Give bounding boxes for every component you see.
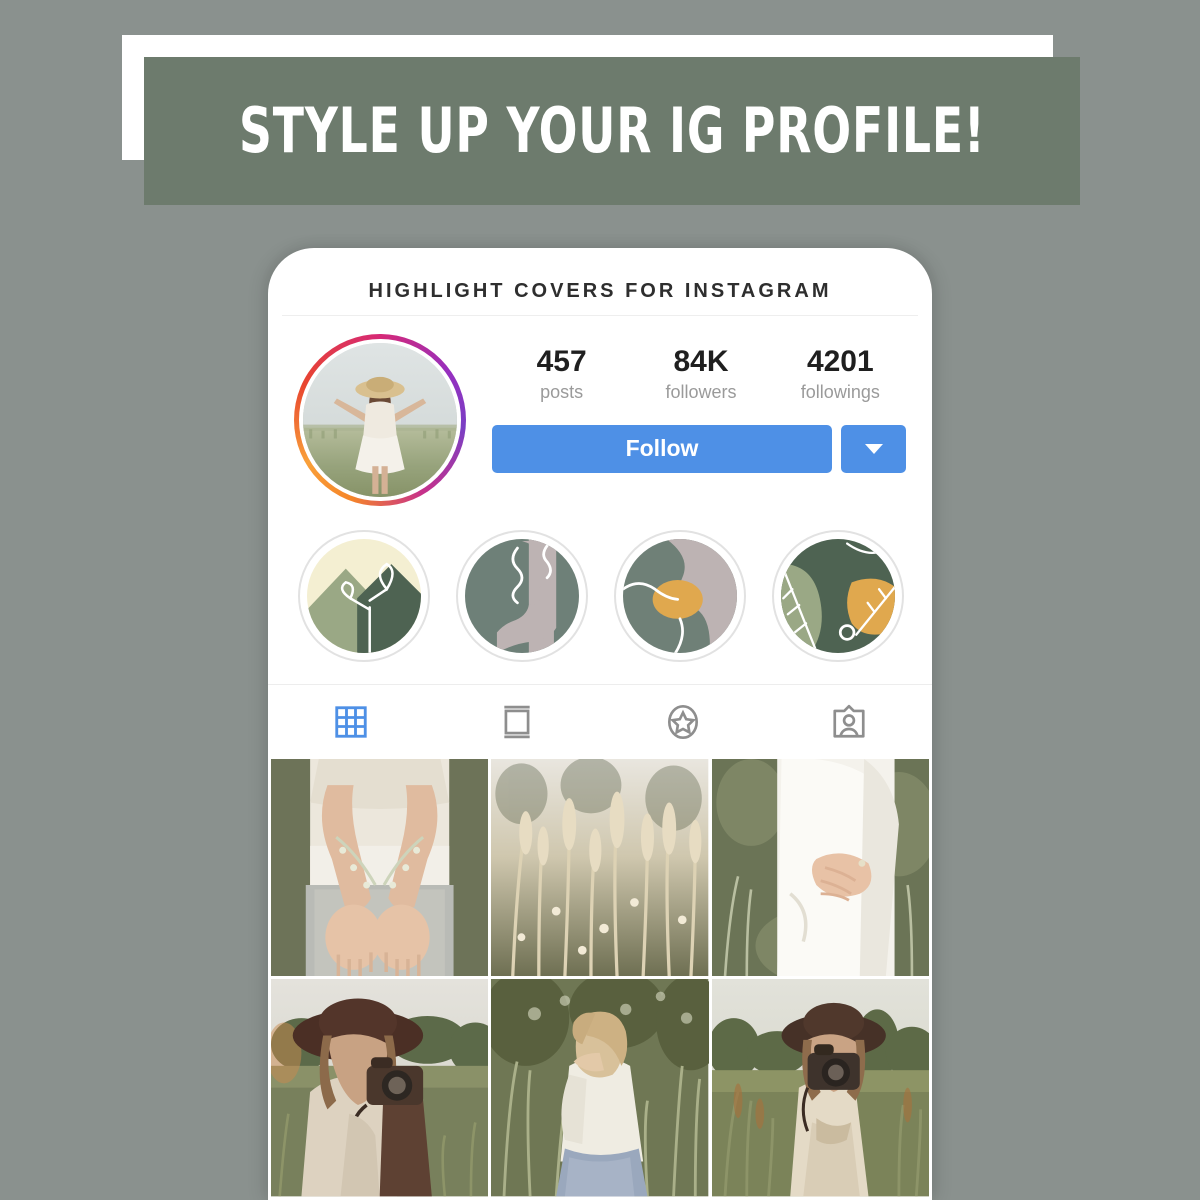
stat-followers-label: followers [665,381,737,402]
banner-title: STYLE UP YOUR IG PROFILE! [238,94,986,167]
highlight-mountain-plant[interactable] [298,530,430,662]
photo-hat-camera-left[interactable] [271,979,489,1197]
stat-followings-value: 4201 [806,345,874,378]
stats-row: 457 posts 84K followers 4201 followings [492,346,910,403]
stat-followers-value: 84K [673,345,729,378]
stat-posts-label: posts [540,381,584,402]
avatar-story-ring[interactable] [294,334,466,506]
stat-followers[interactable]: 84K followers [631,346,770,403]
tagged-person-icon [833,704,865,738]
follow-actions: Follow [492,424,910,473]
banner-green: STYLE UP YOUR IG PROFILE! [144,57,1080,205]
photo-grid [268,759,932,1197]
highlight-covers-row [268,506,932,684]
carousel-icon [504,705,530,739]
tab-saved[interactable] [600,685,766,759]
tab-reels[interactable] [434,685,600,759]
page-title: HIGHLIGHT COVERS FOR INSTAGRAM [368,280,832,302]
stat-followings-label: followings [800,381,880,402]
stat-followings[interactable]: 4201 followings [771,346,910,403]
photo-white-sweater[interactable] [491,979,709,1197]
photo-hat-camera-right[interactable] [711,979,929,1197]
profile-tabbar [268,684,932,759]
highlight-leaves[interactable] [772,530,904,662]
photo-white-blouse[interactable] [711,759,929,977]
grid-icon [335,706,367,738]
photo-hands-behind-back[interactable] [271,759,489,977]
avatar[interactable] [299,339,461,501]
leaves-icon [781,539,895,653]
chevron-down-icon [864,443,883,454]
mountain-leaf-icon [307,539,421,653]
profile-stats: 457 posts 84K followers 4201 followings … [466,334,910,473]
follow-dropdown-button[interactable] [841,424,906,473]
tab-tagged[interactable] [766,685,932,759]
face-silhouette-icon [465,539,579,653]
stat-posts-value: 457 [536,345,587,378]
stat-posts[interactable]: 457 posts [492,346,631,403]
highlight-face-profile[interactable] [456,530,588,662]
abstract-shapes-icon [623,539,737,653]
highlight-abstract-blob[interactable] [614,530,746,662]
photo-dried-grasses[interactable] [491,759,709,977]
phone-mockup: HIGHLIGHT COVERS FOR INSTAGRAM 457 posts… [268,248,932,1200]
follow-button[interactable]: Follow [492,424,832,473]
star-icon [668,705,698,739]
profile-header: 457 posts 84K followers 4201 followings … [268,316,932,506]
tab-grid[interactable] [268,685,434,759]
